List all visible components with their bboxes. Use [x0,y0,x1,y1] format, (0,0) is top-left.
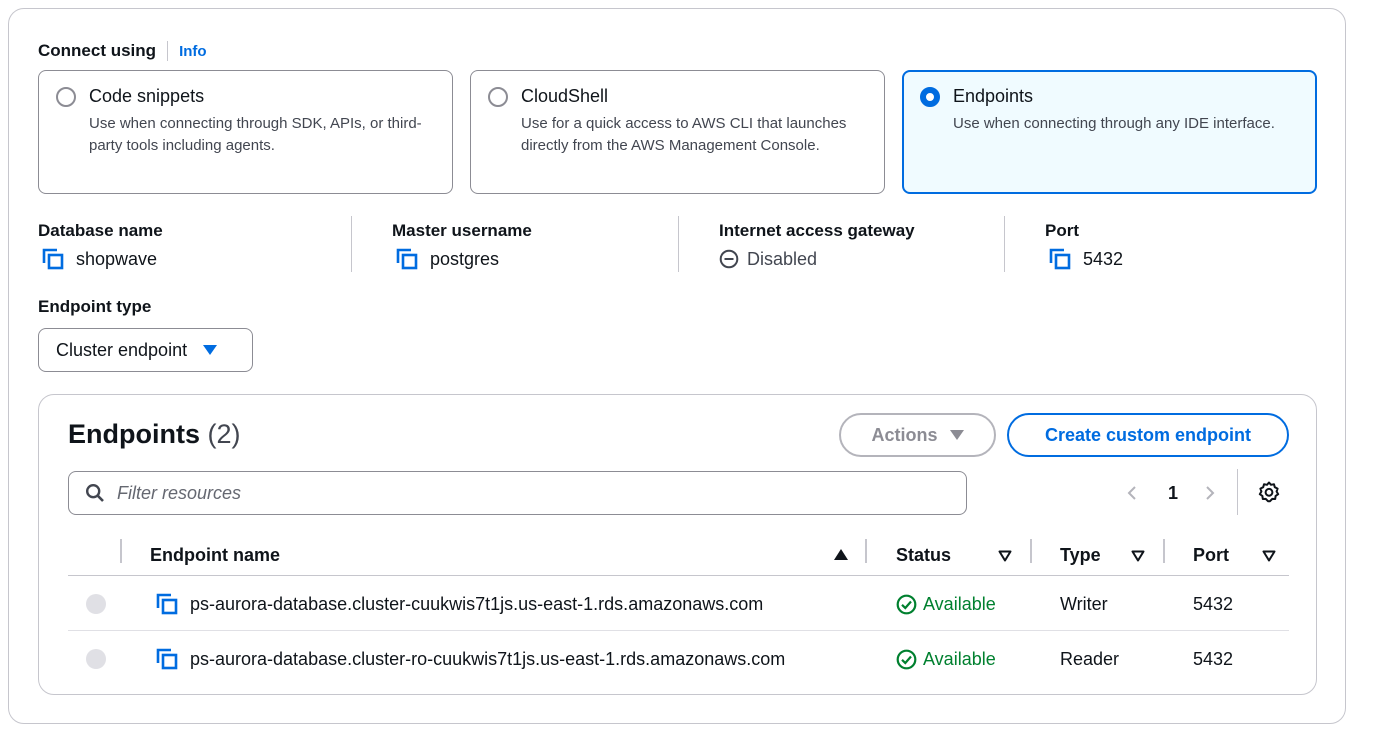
database-name-field: Database name shopwave [38,219,163,273]
radio-code-snippets[interactable] [56,87,76,107]
radio-endpoints[interactable] [920,87,940,107]
chevron-right-icon[interactable] [1202,485,1218,501]
column-divider [1030,539,1032,563]
check-circle-icon [896,594,917,614]
check-circle-icon [896,649,917,669]
internet-gateway-label: Internet access gateway [719,221,915,240]
row-select-radio[interactable] [86,594,106,614]
copy-icon[interactable] [156,648,178,670]
caret-down-icon [949,430,964,440]
endpoint-name-cell: ps-aurora-database.cluster-cuukwis7t1js.… [156,577,763,631]
row-select-radio[interactable] [86,649,106,669]
port-cell: 5432 [1193,648,1234,669]
endpoint-type-label: Endpoint type [38,297,152,316]
caret-down-icon [203,345,218,355]
table-row[interactable]: ps-aurora-database.cluster-cuukwis7t1js.… [68,577,1289,631]
tile-endpoints[interactable]: Endpoints Use when connecting through an… [902,70,1317,194]
internet-gateway-value: Disabled [747,249,818,269]
port-cell: 5432 [1193,593,1234,614]
divider [1237,469,1238,515]
status-text: Available [923,648,996,669]
type-cell: Reader [1060,648,1120,669]
column-label: Endpoint name [150,544,280,565]
column-label: Status [896,544,952,565]
status-cell: Available [896,632,996,686]
status-cell: Available [896,577,996,631]
endpoints-heading: Endpoints (2) [68,419,241,450]
filter-input[interactable] [117,482,917,504]
column-type[interactable]: Type [1060,534,1101,576]
copy-icon[interactable] [42,248,64,270]
column-endpoint-name[interactable]: Endpoint name [150,534,850,576]
table-header: Endpoint name Status Type Port [68,534,1289,576]
connect-using-header: Connect using Info [38,40,207,62]
master-username-label: Master username [392,221,532,240]
column-divider [1163,539,1165,563]
endpoint-name-cell: ps-aurora-database.cluster-ro-cuukwis7t1… [156,632,785,686]
column-port[interactable]: Port [1193,534,1229,576]
sort-ascending-icon[interactable] [834,549,848,560]
column-status[interactable]: Status [896,534,951,576]
radio-cloudshell[interactable] [488,87,508,107]
copy-icon[interactable] [1049,248,1071,270]
endpoints-count: (2) [207,419,241,449]
sort-icon[interactable] [998,550,1012,562]
database-name-label: Database name [38,221,163,240]
page-number[interactable]: 1 [1168,483,1178,504]
pagination: 1 [1124,475,1218,511]
tile-title: CloudShell [521,86,609,106]
column-label: Type [1060,544,1101,565]
tile-title: Endpoints [953,86,1034,106]
tile-description: Use when connecting through SDK, APIs, o… [89,115,422,154]
column-divider [865,539,867,563]
actions-button[interactable]: Actions [839,413,996,457]
copy-icon[interactable] [396,248,418,270]
create-custom-endpoint-button[interactable]: Create custom endpoint [1007,413,1289,457]
port-label: Port [1045,221,1079,240]
connect-using-label: Connect using [38,41,157,60]
sort-icon[interactable] [1131,550,1145,562]
tile-description: Use when connecting through any IDE inte… [953,115,1275,132]
disabled-icon [719,249,739,269]
tile-description: Use for a quick access to AWS CLI that l… [521,115,847,154]
endpoint-name: ps-aurora-database.cluster-ro-cuukwis7t1… [190,648,786,669]
column-divider [120,539,122,563]
chevron-left-icon[interactable] [1124,485,1140,501]
actions-label: Actions [871,424,938,445]
internet-gateway-field: Internet access gateway Disabled [719,219,915,273]
filter-field[interactable] [68,471,967,515]
type-cell: Writer [1060,593,1108,614]
endpoints-title: Endpoints [68,419,200,449]
divider [351,216,352,272]
tile-cloudshell[interactable]: CloudShell Use for a quick access to AWS… [470,70,885,194]
sort-icon[interactable] [1262,550,1276,562]
tile-code-snippets[interactable]: Code snippets Use when connecting throug… [38,70,453,194]
copy-icon[interactable] [156,593,178,615]
endpoint-type-value: Cluster endpoint [56,339,188,360]
database-name-value: shopwave [76,249,158,269]
info-link[interactable]: Info [179,43,207,60]
search-icon [85,483,104,502]
column-label: Port [1193,544,1229,565]
gear-icon[interactable] [1257,480,1281,504]
tile-title: Code snippets [89,86,205,106]
divider [678,216,679,272]
status-text: Available [923,593,996,614]
create-label: Create custom endpoint [1044,424,1252,445]
divider [1004,216,1005,272]
endpoint-type-select[interactable]: Cluster endpoint [38,328,253,372]
divider [167,41,169,61]
table-row[interactable]: ps-aurora-database.cluster-ro-cuukwis7t1… [68,632,1289,686]
port-field: Port 5432 [1045,219,1123,273]
endpoints-table-container: Endpoints (2) Actions Create custom endp… [38,394,1317,695]
master-username-field: Master username postgres [392,219,532,273]
port-value: 5432 [1083,249,1124,269]
master-username-value: postgres [430,249,500,269]
endpoint-name: ps-aurora-database.cluster-cuukwis7t1js.… [190,593,764,614]
